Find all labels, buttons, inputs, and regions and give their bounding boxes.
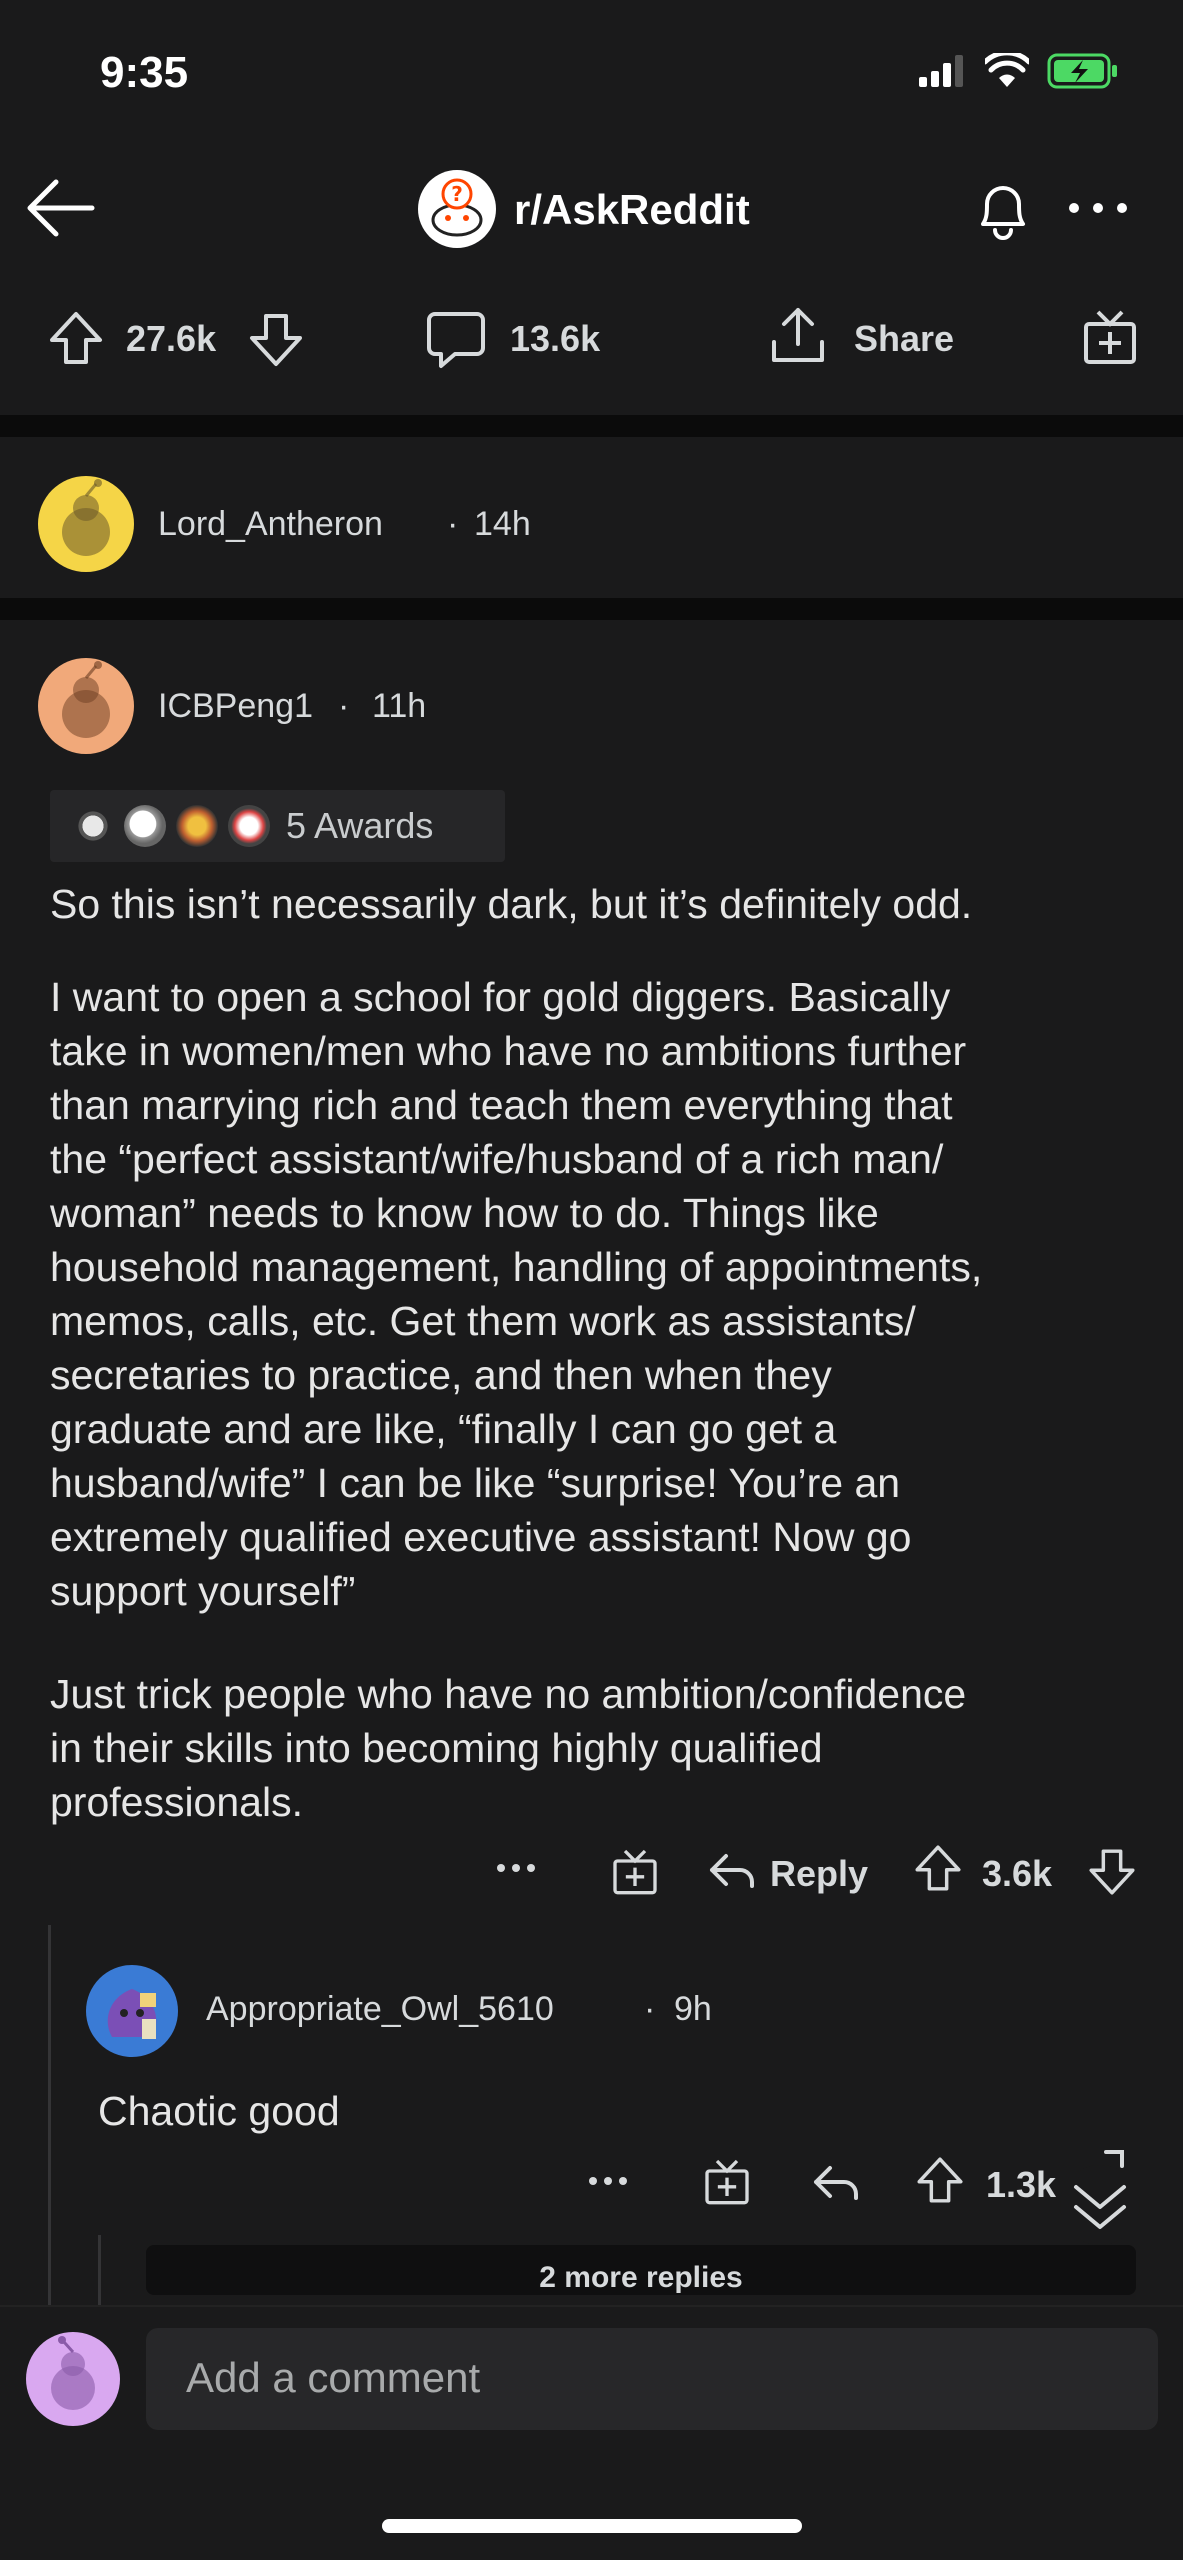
reply-icon[interactable] xyxy=(708,1850,756,1890)
share-icon[interactable] xyxy=(768,304,828,368)
share-button[interactable]: Share xyxy=(854,318,954,360)
avatar[interactable] xyxy=(36,656,136,756)
awards-label: 5 Awards xyxy=(286,805,434,846)
bell-icon[interactable] xyxy=(965,172,1041,248)
divider xyxy=(0,415,1183,437)
more-replies-button[interactable]: 2 more replies xyxy=(146,2245,1136,2295)
comment-paragraph: I want to open a school for gold diggers… xyxy=(50,974,983,1614)
comment-paragraph: Just trick people who have no ambition/c… xyxy=(50,1671,967,1825)
award-badge-icon xyxy=(228,805,270,847)
collapsed-username[interactable]: Lord_Antheron xyxy=(158,505,383,544)
reply-button[interactable]: Reply xyxy=(770,1853,868,1895)
reply-username[interactable]: Appropriate_Owl_5610 xyxy=(206,1990,554,2029)
comment-dot: · xyxy=(338,687,350,725)
back-arrow-icon[interactable] xyxy=(22,170,98,246)
next-comment-button[interactable] xyxy=(1060,2165,1140,2245)
comment-paragraph: So this isn’t necessarily dark, but it’s… xyxy=(50,881,973,927)
award-badge-icon xyxy=(124,805,166,847)
comment-score: 3.6k xyxy=(982,1853,1053,1894)
award-badge-icon xyxy=(176,805,218,847)
subreddit-name[interactable]: r/AskReddit xyxy=(514,186,750,234)
award-badge-icon xyxy=(72,805,114,847)
avatar[interactable] xyxy=(84,1963,180,2059)
status-time: 9:35 xyxy=(100,48,189,97)
comment-more-icon[interactable] xyxy=(496,1862,536,1874)
comment-upvote-icon[interactable] xyxy=(912,1842,964,1894)
svg-text:?: ? xyxy=(451,182,463,206)
user-avatar[interactable] xyxy=(24,2330,122,2428)
collapsed-age: 14h xyxy=(474,505,531,543)
reply-dot: · xyxy=(644,1990,656,2028)
add-comment-input[interactable]: Add a comment xyxy=(146,2328,1158,2430)
status-icons xyxy=(917,52,1119,90)
awards-box[interactable]: 5 Awards xyxy=(50,790,505,862)
battery-icon xyxy=(1047,53,1117,89)
collapsed-dot: · xyxy=(447,505,459,543)
reply-upvote-icon[interactable] xyxy=(914,2154,966,2206)
award-icon[interactable] xyxy=(1080,306,1140,366)
post-score: 27.6k xyxy=(126,318,217,359)
reply-age: 9h xyxy=(674,1990,712,2028)
chevrons-down-icon xyxy=(1074,2185,1126,2229)
more-icon[interactable] xyxy=(1066,200,1130,216)
reply-score: 1.3k xyxy=(986,2164,1057,2205)
comment-award-icon[interactable] xyxy=(610,1846,660,1896)
post-downvote-icon[interactable] xyxy=(246,310,306,370)
comment-icon[interactable] xyxy=(425,308,487,370)
post-upvote-icon[interactable] xyxy=(46,308,106,368)
divider xyxy=(0,598,1183,620)
thread-line[interactable] xyxy=(48,1925,51,2315)
signal-icon xyxy=(919,55,963,87)
reply-more-icon[interactable] xyxy=(588,2175,628,2187)
reply-award-icon[interactable] xyxy=(702,2156,752,2206)
comment-username[interactable]: ICBPeng1 xyxy=(158,687,313,726)
reply-reply-icon[interactable] xyxy=(812,2162,860,2202)
home-indicator[interactable] xyxy=(382,2519,802,2533)
subreddit-avatar[interactable]: ? xyxy=(418,170,496,248)
comment-downvote-icon[interactable] xyxy=(1086,1846,1138,1898)
comment-age: 11h xyxy=(372,687,427,725)
wifi-icon xyxy=(985,53,1029,87)
avatar[interactable] xyxy=(36,474,136,574)
reply-text: Chaotic good xyxy=(98,2088,340,2134)
comment-count[interactable]: 13.6k xyxy=(510,318,600,360)
thread-line xyxy=(98,2235,101,2305)
